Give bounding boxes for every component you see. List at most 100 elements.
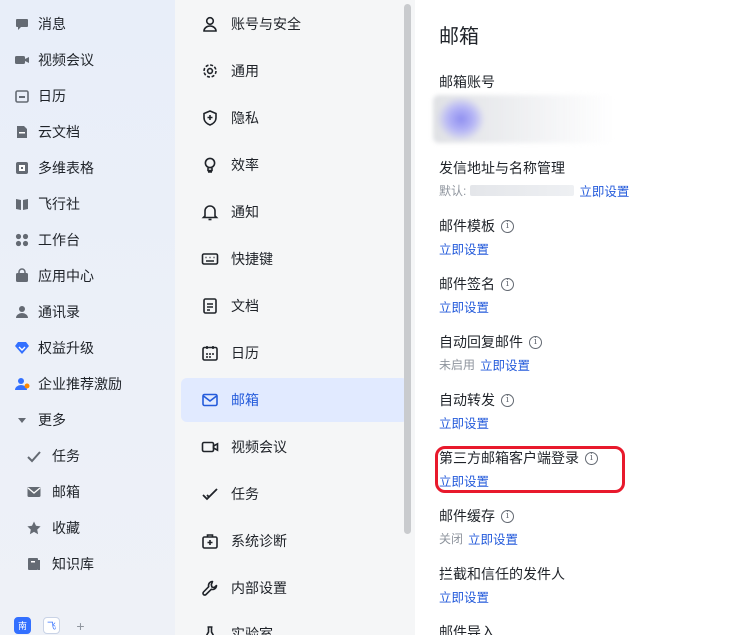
settings-item-lab[interactable]: 实验室	[181, 612, 408, 635]
auto-forward-title: 自动转发 i	[439, 390, 514, 410]
settings-item-tasks[interactable]: 任务	[181, 472, 408, 516]
nav-label: 工作台	[38, 232, 80, 248]
video-icon	[14, 52, 30, 68]
settings-item-notifications[interactable]: 通知	[181, 190, 408, 234]
sender-default-prefix: 默认:	[439, 184, 467, 198]
shortcut-app-1[interactable]: 南	[14, 617, 31, 634]
settings-item-docs[interactable]: 文档	[181, 284, 408, 328]
sender-default-row: 默认: 立即设置	[439, 181, 629, 200]
nav-label: 企业推荐激励	[38, 376, 122, 392]
video-icon	[201, 438, 219, 456]
nav-label: 更多	[38, 412, 66, 428]
settings-item-label: 隐私	[231, 110, 259, 126]
auto-forward-setup-link[interactable]: 立即设置	[439, 413, 489, 432]
mail-cache-setup-link[interactable]: 立即设置	[468, 529, 518, 548]
contacts-icon	[14, 304, 30, 320]
nav-item-contacts[interactable]: 通讯录	[0, 294, 175, 330]
shield-icon	[201, 109, 219, 127]
mail-account-label: 邮箱账号	[439, 74, 495, 90]
info-icon[interactable]: i	[501, 277, 514, 291]
mail-template-setup-link[interactable]: 立即设置	[439, 239, 489, 258]
nav-label: 通讯录	[38, 304, 80, 320]
highlight-annotation	[435, 446, 625, 493]
mail-signature-setup-link[interactable]: 立即设置	[439, 297, 489, 316]
nav-subitem-tasks[interactable]: 任务	[0, 438, 175, 474]
settings-item-privacy[interactable]: 隐私	[181, 96, 408, 140]
auto-reply-setup-link[interactable]: 立即设置	[480, 355, 530, 374]
nav-subitem-wiki[interactable]: 知识库	[0, 546, 175, 582]
nav-subitem-favorites[interactable]: 收藏	[0, 510, 175, 546]
caret-down-icon	[14, 412, 30, 428]
sender-setup-link[interactable]: 立即设置	[579, 181, 629, 200]
settings-item-label: 账号与安全	[231, 16, 301, 32]
nav-item-calendar[interactable]: 日历	[0, 78, 175, 114]
settings-item-shortcuts[interactable]: 快捷键	[181, 237, 408, 281]
calendar-icon	[201, 344, 219, 362]
settings-item-label: 实验室	[231, 626, 273, 635]
info-icon[interactable]: i	[501, 219, 514, 233]
nav-item-messages[interactable]: 消息	[0, 6, 175, 42]
account-avatar-redacted	[433, 95, 613, 143]
bell-icon	[201, 203, 219, 221]
nav-item-referral[interactable]: 企业推荐激励	[0, 366, 175, 402]
nav-item-upgrade[interactable]: 权益升级	[0, 330, 175, 366]
keyboard-icon	[201, 250, 219, 268]
settings-item-label: 邮箱	[231, 392, 259, 408]
settings-item-internal[interactable]: 内部设置	[181, 566, 408, 610]
add-app-button[interactable]: +	[72, 617, 89, 634]
auto-forward-row: 立即设置	[439, 413, 489, 432]
settings-item-efficiency[interactable]: 效率	[181, 143, 408, 187]
settings-item-label: 日历	[231, 345, 259, 361]
mail-cache-row: 关闭 立即设置	[439, 529, 518, 548]
mail-settings-panel: 邮箱 邮箱账号 发信地址与名称管理 默认: 立即设置 邮件模板 i 立即设置 邮…	[415, 0, 747, 635]
task-check-icon	[26, 448, 42, 464]
settings-item-calendar[interactable]: 日历	[181, 331, 408, 375]
settings-item-mail[interactable]: 邮箱	[181, 378, 408, 422]
settings-item-label: 系统诊断	[231, 533, 287, 549]
nav-label: 视频会议	[38, 52, 94, 68]
settings-menu-scrollbar[interactable]	[404, 4, 411, 534]
nav-label: 日历	[38, 88, 66, 104]
nav-label: 任务	[52, 448, 80, 464]
nav-item-community[interactable]: 飞行社	[0, 186, 175, 222]
settings-item-diagnostics[interactable]: 系统诊断	[181, 519, 408, 563]
apps-icon	[14, 232, 30, 248]
nav-subitem-mail[interactable]: 邮箱	[0, 474, 175, 510]
settings-item-label: 通知	[231, 204, 259, 220]
mail-icon	[26, 484, 42, 500]
shortcut-app-2[interactable]: 飞	[43, 617, 60, 634]
settings-item-label: 通用	[231, 63, 259, 79]
nav-item-video[interactable]: 视频会议	[0, 42, 175, 78]
blocked-trusted-senders-row: 立即设置	[439, 587, 489, 606]
nav-item-app-center[interactable]: 应用中心	[0, 258, 175, 294]
info-icon[interactable]: i	[529, 335, 542, 349]
settings-item-general[interactable]: 通用	[181, 49, 408, 93]
blocked-trusted-senders-title: 拦截和信任的发件人	[439, 566, 565, 582]
task-check-icon	[201, 485, 219, 503]
nav-item-workplace[interactable]: 工作台	[0, 222, 175, 258]
settings-item-video[interactable]: 视频会议	[181, 425, 408, 469]
blocked-trusted-senders-setup-link[interactable]: 立即设置	[439, 587, 489, 606]
info-icon[interactable]: i	[501, 509, 514, 523]
info-icon[interactable]: i	[501, 393, 514, 407]
settings-item-account[interactable]: 账号与安全	[181, 2, 408, 46]
bottom-app-shortcuts: 南 飞 +	[14, 617, 89, 635]
page-title: 邮箱	[439, 26, 479, 48]
mail-signature-label: 邮件签名	[439, 276, 495, 292]
medkit-icon	[201, 532, 219, 550]
message-icon	[14, 16, 30, 32]
gear-icon	[201, 62, 219, 80]
nav-label: 飞行社	[38, 196, 80, 212]
mail-template-row: 立即设置	[439, 239, 489, 258]
nav-label: 知识库	[52, 556, 94, 572]
settings-menu: 账号与安全 通用 隐私 效率 通知 快捷键 文档 日历 邮箱 视频会议 任务 系…	[175, 0, 415, 635]
settings-item-label: 视频会议	[231, 439, 287, 455]
mail-icon	[201, 391, 219, 409]
nav-item-more[interactable]: 更多	[0, 402, 175, 438]
nav-label: 多维表格	[38, 160, 94, 176]
settings-item-label: 内部设置	[231, 580, 287, 596]
settings-item-label: 文档	[231, 298, 259, 314]
nav-item-base[interactable]: 多维表格	[0, 150, 175, 186]
sender-address-redacted	[470, 185, 575, 196]
nav-item-docs[interactable]: 云文档	[0, 114, 175, 150]
